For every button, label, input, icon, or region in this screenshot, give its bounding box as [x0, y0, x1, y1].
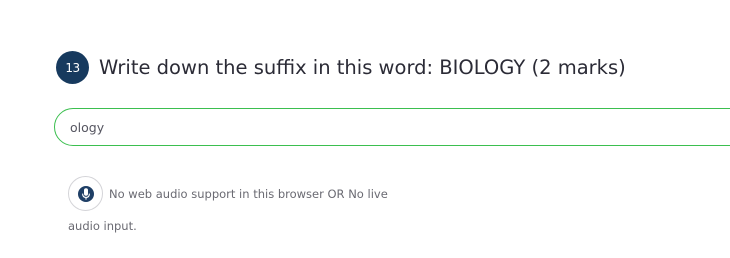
- answer-field-container: [54, 108, 730, 146]
- microphone-icon: [77, 185, 94, 202]
- answer-input[interactable]: [70, 109, 670, 145]
- microphone-button[interactable]: [68, 176, 103, 211]
- question-header: 13 Write down the suffix in this word: B…: [56, 51, 626, 84]
- audio-support-message-line1: No web audio support in this browser OR …: [109, 187, 388, 201]
- audio-support-message-line2: audio input.: [68, 219, 137, 233]
- question-number-badge: 13: [56, 51, 89, 84]
- question-number: 13: [65, 60, 80, 75]
- question-text: Write down the suffix in this word: BIOL…: [99, 56, 626, 79]
